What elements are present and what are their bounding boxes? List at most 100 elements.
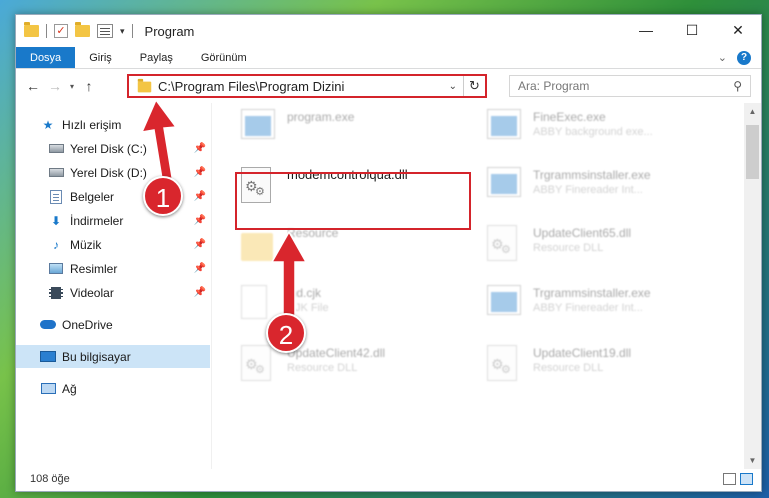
search-placeholder: Ara: Program: [518, 79, 590, 93]
onedrive-icon: [40, 320, 56, 329]
cjk-file-icon: [241, 285, 267, 319]
customize-quick-access-dropdown[interactable]: ▾: [120, 26, 125, 37]
pin-icon[interactable]: 📌: [194, 143, 206, 154]
recent-locations-dropdown[interactable]: ▾: [66, 82, 78, 91]
scroll-thumb[interactable]: [746, 125, 759, 179]
sidebar-item-pictures[interactable]: Resimler 📌: [16, 257, 210, 280]
sidebar-item-label: Bu bilgisayar: [62, 349, 131, 364]
address-dropdown[interactable]: ⌄: [443, 81, 463, 92]
this-pc-icon: [40, 351, 56, 362]
window-title: Program: [144, 23, 195, 39]
search-input[interactable]: Ara: Program ⚲: [509, 75, 751, 97]
tab-view[interactable]: Görünüm: [187, 47, 261, 68]
properties-icon[interactable]: [97, 24, 113, 38]
file-item[interactable]: Resource: [241, 225, 338, 265]
details-view-icon[interactable]: [723, 473, 736, 485]
sidebar-item-label: Ağ: [62, 381, 77, 396]
sidebar-item-label: Yerel Disk (C:): [70, 141, 147, 156]
file-item[interactable]: UpdateClient42.dll Resource DLL: [241, 345, 385, 385]
maximize-button[interactable]: ☐: [669, 15, 715, 45]
file-name: program.exe: [287, 110, 355, 124]
step-1-badge: 1: [143, 176, 183, 216]
item-count: 108 öğe: [30, 473, 70, 485]
file-name: UpdateClient42.dll: [287, 346, 386, 360]
address-bar[interactable]: C:\Program Files\Program Dizini ⌄ ↻: [127, 74, 487, 98]
sidebar-item-downloads[interactable]: ⬇ İndirmeler 📌: [16, 209, 210, 232]
sidebar-item-label: Müzik: [70, 237, 102, 252]
new-folder-icon[interactable]: [75, 22, 90, 37]
navigation-pane: ★ Hızlı erişim Yerel Disk (C:) 📌 Yerel D…: [16, 103, 212, 469]
file-description: Resource DLL: [533, 242, 604, 254]
title-bar: ✓ ▾ Program — ☐ ✕: [16, 15, 761, 47]
sidebar-item-local-disk-c[interactable]: Yerel Disk (C:) 📌: [16, 137, 210, 160]
tab-home[interactable]: Giriş: [75, 47, 126, 68]
file-item[interactable]: program.exe: [241, 109, 354, 149]
sidebar-item-label: Videolar: [70, 285, 114, 300]
sidebar-item-this-pc[interactable]: Bu bilgisayar: [16, 345, 210, 368]
pin-icon[interactable]: 📌: [194, 167, 206, 178]
divider: [131, 24, 133, 38]
divider: [46, 24, 47, 38]
expand-ribbon-icon[interactable]: ⌄: [718, 51, 727, 64]
scroll-up-arrow[interactable]: ▲: [744, 103, 761, 120]
file-description: Resource DLL: [287, 362, 358, 374]
sidebar-item-music[interactable]: ♪ Müzik 📌: [16, 233, 210, 256]
dll-icon: [487, 345, 517, 381]
tab-file[interactable]: Dosya: [16, 47, 76, 68]
view-toggle: [723, 473, 753, 485]
tab-share[interactable]: Paylaş: [126, 47, 187, 68]
file-item[interactable]: FineExec.exe ABBY background exe...: [487, 109, 653, 149]
file-item[interactable]: Trgrammsinstaller.exe ABBY Finereader In…: [487, 285, 651, 325]
folder-icon: [241, 233, 273, 261]
properties-check-icon[interactable]: ✓: [54, 24, 68, 38]
file-list: program.exe FineExec.exe ABBY background…: [213, 103, 748, 469]
pin-icon[interactable]: 📌: [194, 287, 206, 298]
ribbon-tabs: Dosya Giriş Paylaş Görünüm ⌄ ?: [16, 47, 761, 69]
back-button[interactable]: ←: [22, 78, 44, 94]
explorer-window: ✓ ▾ Program — ☐ ✕ Dosya Giriş Paylaş Gör…: [15, 14, 762, 492]
pin-icon[interactable]: 📌: [194, 191, 206, 202]
pin-icon[interactable]: 📌: [194, 239, 206, 250]
close-button[interactable]: ✕: [715, 15, 761, 45]
explorer-body: ★ Hızlı erişim Yerel Disk (C:) 📌 Yerel D…: [16, 103, 761, 469]
file-item[interactable]: UpdateClient65.dll Resource DLL: [487, 225, 631, 265]
pin-icon[interactable]: 📌: [194, 263, 206, 274]
sidebar-item-label: Yerel Disk (D:): [70, 165, 147, 180]
minimize-button[interactable]: —: [623, 15, 669, 45]
sidebar-item-network[interactable]: Ağ: [16, 377, 210, 400]
file-item[interactable]: UpdateClient19.dll Resource DLL: [487, 345, 631, 385]
file-name: UpdateClient19.dll: [533, 346, 632, 360]
address-path[interactable]: C:\Program Files\Program Dizini: [158, 79, 344, 94]
sidebar-item-onedrive[interactable]: OneDrive: [16, 313, 210, 336]
refresh-button[interactable]: ↻: [463, 76, 485, 96]
sidebar-item-quick-access[interactable]: ★ Hızlı erişim: [16, 113, 210, 136]
sidebar-item-label: Resimler: [70, 261, 118, 276]
file-description: ABBY Finereader Int...: [533, 184, 643, 196]
drive-icon: [48, 144, 64, 153]
star-icon: ★: [42, 117, 54, 132]
download-icon: ⬇: [50, 213, 62, 228]
sidebar-item-label: Hızlı erişim: [62, 117, 122, 132]
file-item[interactable]: Trgrammsinstaller.exe ABBY Finereader In…: [487, 167, 651, 207]
step-2-badge: 2: [266, 313, 306, 353]
up-button[interactable]: ↑: [78, 78, 100, 94]
forward-button[interactable]: →: [44, 78, 66, 94]
sidebar-item-videos[interactable]: Videolar 📌: [16, 281, 210, 304]
folder-icon: [137, 78, 152, 93]
pictures-icon: [49, 263, 63, 274]
highlight-box: [235, 172, 471, 230]
file-name: ind.cjk: [287, 286, 322, 300]
dll-icon: [487, 225, 517, 261]
sidebar-item-label: Belgeler: [70, 189, 115, 204]
tiles-view-icon[interactable]: [740, 473, 753, 485]
network-icon: [40, 383, 56, 394]
pin-icon[interactable]: 📌: [194, 215, 206, 226]
vertical-scrollbar[interactable]: ▲ ▼: [744, 103, 761, 469]
window-controls: — ☐ ✕: [623, 15, 761, 45]
exe-icon: [487, 109, 521, 139]
help-icon[interactable]: ?: [737, 50, 751, 65]
file-description: Resource DLL: [533, 362, 604, 374]
search-icon: ⚲: [733, 79, 742, 93]
sidebar-item-local-disk-d[interactable]: Yerel Disk (D:) 📌: [16, 161, 210, 184]
file-name: FineExec.exe: [533, 110, 606, 124]
